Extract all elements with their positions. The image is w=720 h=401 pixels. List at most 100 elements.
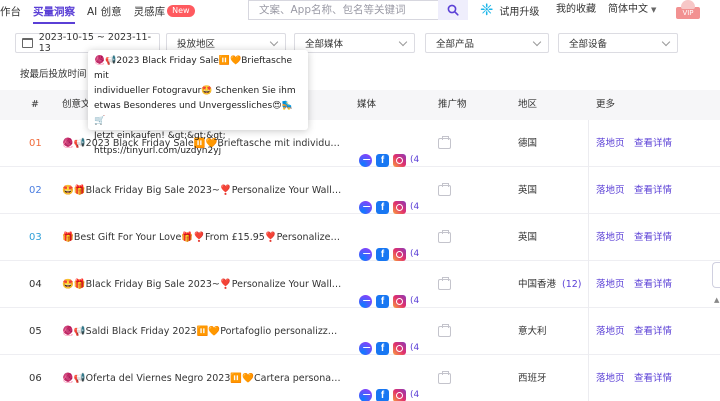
landing-page-link[interactable]: 落地页 [596,308,625,355]
landing-page-link[interactable]: 落地页 [596,167,625,214]
facebook-icon: f [376,201,389,214]
tooltip-line: 🧶📢2023 Black Friday Sale⏸️🧡Brieftasche m… [94,56,293,81]
header-region: 地区 [518,99,538,110]
column-divider [588,308,589,355]
view-details-link[interactable]: 查看详情 [634,261,672,308]
vip-avatar[interactable]: VIP [676,0,700,21]
facebook-icon: f [376,389,389,401]
region-cell: 德国 [518,120,543,167]
column-divider [588,261,589,308]
device-filter-label: 全部设备 [569,39,608,50]
upgrade-link[interactable]: ❈ 试用升级 [480,0,539,20]
facebook-icon: f [376,248,389,261]
upgrade-label: 试用升级 [499,6,540,18]
view-details-link[interactable]: 查看详情 [634,167,672,214]
landing-page-link[interactable]: 落地页 [596,355,625,401]
region-count[interactable]: (12) [562,279,582,290]
promo-icon[interactable] [438,183,452,197]
search-button[interactable] [438,0,468,20]
creative-title[interactable]: 🧶📢Oferta del Viernes Negro 2023⏸️🧡Carter… [62,355,342,401]
side-panel-handle[interactable] [712,262,720,288]
search-input[interactable] [249,1,468,19]
landing-page-link[interactable]: 落地页 [596,120,625,167]
messenger-icon [359,295,372,308]
view-details-link[interactable]: 查看详情 [634,355,672,401]
nav-item-ai-creative[interactable]: AI 创意 [87,3,122,21]
chevron-down-icon [269,37,279,47]
bag-icon [438,183,451,196]
instagram-icon [393,295,406,308]
sort-selector[interactable]: 按最后投放时间 [20,66,87,80]
messenger-icon [359,389,372,401]
creative-title[interactable]: 🤩🎁Black Friday Big Sale 2023~❣️Personali… [62,167,342,214]
tooltip-link[interactable]: https://tinyurl.com/uzdyn2yj [94,144,302,159]
region-filter-label: 投放地区 [177,39,216,50]
creative-title[interactable]: 🎁Best Gift For Your Love🎁❣️From £15.95❣️… [62,214,342,261]
region-cell: 英国 [518,214,543,261]
sparkle-icon: ❈ [480,0,494,19]
new-badge: New [167,5,195,17]
bag-icon [438,230,451,243]
bag-icon [438,277,451,290]
header-promo: 推广物 [438,99,467,110]
favorites-link[interactable]: 我的收藏 [556,0,596,20]
nav-item-ad-insight[interactable]: 买量洞察 [33,3,75,24]
instagram-icon [393,248,406,261]
facebook-icon: f [376,342,389,355]
region-name: 英国 [518,232,538,243]
promo-icon[interactable] [438,230,452,244]
column-divider [588,355,589,401]
header-media: 媒体 [357,99,377,110]
messenger-icon [359,248,372,261]
view-details-link[interactable]: 查看详情 [634,308,672,355]
row-index: 06 [29,373,42,384]
chevron-down-icon [532,37,542,47]
media-filter[interactable]: 全部媒体 [294,33,415,53]
row-index: 01 [29,138,42,149]
region-name: 英国 [518,185,538,196]
product-filter-label: 全部产品 [436,39,475,50]
device-filter[interactable]: 全部设备 [558,33,678,53]
media-filter-label: 全部媒体 [305,39,344,50]
region-name: 中国香港 [518,279,557,290]
row-index: 03 [29,232,42,243]
avatar [681,0,695,9]
search-icon [447,4,459,16]
creative-title[interactable]: 🤩🎁Black Friday Big Sale 2023~❣️Personali… [62,261,342,308]
row-index: 02 [29,185,42,196]
table-row[interactable]: 04 🤩🎁Black Friday Big Sale 2023~❣️Person… [0,261,720,308]
view-details-link[interactable]: 查看详情 [634,214,672,261]
promo-icon[interactable] [438,324,452,338]
instagram-icon [393,154,406,167]
nav-item-workbench[interactable]: 作台 [0,3,21,21]
column-divider [588,167,589,214]
region-cell: 意大利 [518,308,553,355]
tooltip-line: individueller Fotogravur🤩 Schenken Sie i… [94,86,296,96]
creative-tooltip: 🧶📢2023 Black Friday Sale⏸️🧡Brieftasche m… [88,50,308,156]
creative-title[interactable]: 🧶📢Saldi Black Friday 2023⏸️🧡Portafoglio … [62,308,342,355]
language-selector[interactable]: 简体中文 ▼ [608,0,656,20]
landing-page-link[interactable]: 落地页 [596,261,625,308]
row-index: 05 [29,326,42,337]
table-row[interactable]: 06 🧶📢Oferta del Viernes Negro 2023⏸️🧡Car… [0,355,720,401]
landing-page-link[interactable]: 落地页 [596,214,625,261]
product-filter[interactable]: 全部产品 [425,33,549,53]
media-more-count[interactable]: (4 [410,372,419,401]
column-divider [588,214,589,261]
table-row[interactable]: 05 🧶📢Saldi Black Friday 2023⏸️🧡Portafogl… [0,308,720,355]
promo-icon[interactable] [438,136,452,150]
region-name: 德国 [518,138,538,149]
region-cell: 西班牙 [518,355,553,401]
table-row[interactable]: 02 🤩🎁Black Friday Big Sale 2023~❣️Person… [0,167,720,214]
nav-item-inspiration[interactable]: 灵感库 New [134,3,195,21]
region-cell: 英国 [518,167,543,214]
tooltip-line: etwas Besonderes und Unvergessliches😍🛼🛒 [94,101,293,126]
chevron-down-icon [661,37,671,47]
table-row[interactable]: 03 🎁Best Gift For Your Love🎁❣️From £15.9… [0,214,720,261]
bag-icon [438,324,451,337]
view-details-link[interactable]: 查看详情 [634,120,672,167]
chevron-down-icon: ▼ [651,6,657,14]
promo-icon[interactable] [438,277,452,291]
promo-icon[interactable] [438,371,452,385]
scroll-indicator-icon[interactable]: ▲ [714,296,720,308]
